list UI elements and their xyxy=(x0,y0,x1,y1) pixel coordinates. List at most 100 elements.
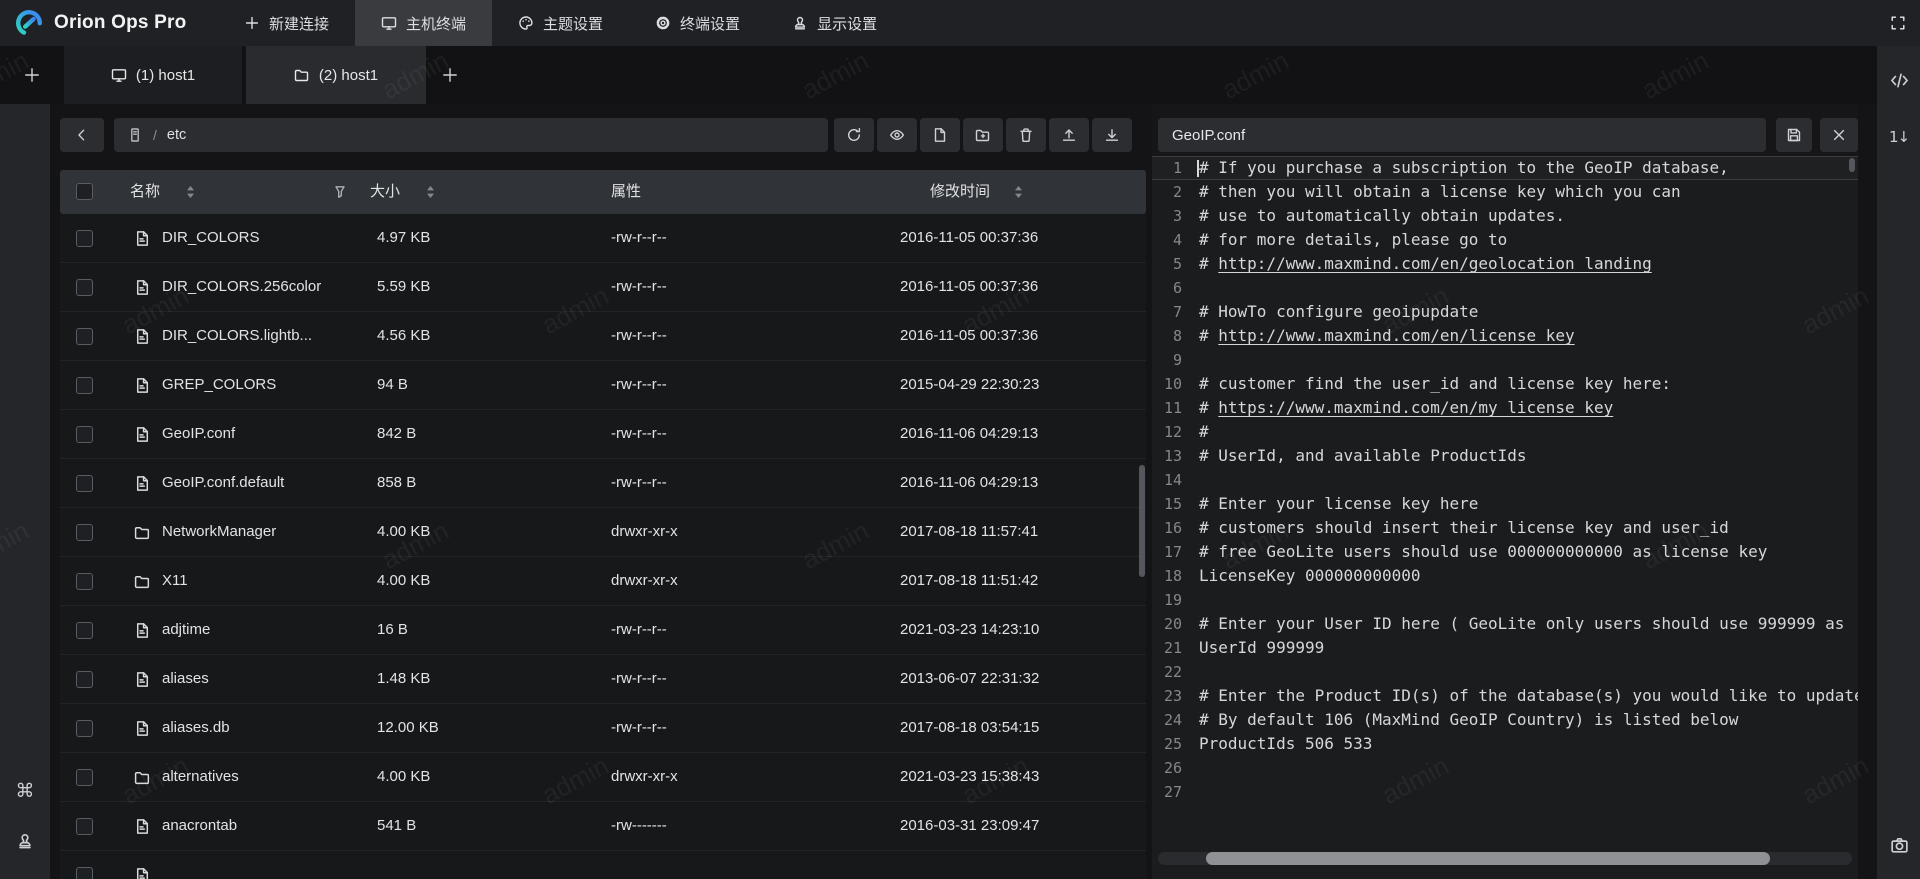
code-line[interactable]: 4# for more details, please go to xyxy=(1152,228,1858,252)
code-line[interactable]: 22 xyxy=(1152,660,1858,684)
code-line[interactable]: 10# customer find the user_id and licens… xyxy=(1152,372,1858,396)
row-checkbox[interactable] xyxy=(76,328,93,345)
code-line[interactable]: 23# Enter the Product ID(s) of the datab… xyxy=(1152,684,1858,708)
file-name[interactable]: X11 xyxy=(162,557,188,605)
filename-input[interactable]: GeoIP.conf xyxy=(1158,118,1766,152)
menu-item-display-settings[interactable]: 显示设置 xyxy=(766,0,903,46)
new-file-button[interactable] xyxy=(920,118,960,152)
sort-name-control[interactable] xyxy=(186,185,195,199)
sort-size-control[interactable] xyxy=(426,185,435,199)
file-name[interactable]: aliases xyxy=(162,655,209,703)
code-line[interactable]: 8# http://www.maxmind.com/en/license_key xyxy=(1152,324,1858,348)
editor-vertical-scrollbar[interactable] xyxy=(1849,158,1855,172)
file-row[interactable]: GeoIP.conf.default858 B-rw-r--r--2016-11… xyxy=(60,459,1146,508)
file-row[interactable]: adjtime16 B-rw-r--r--2021-03-23 14:23:10 xyxy=(60,606,1146,655)
tab-host1-terminal[interactable]: (1) host1 xyxy=(64,46,242,104)
column-header-size[interactable]: 大小 xyxy=(370,170,400,214)
menu-item-new-connection[interactable]: 新建连接 xyxy=(218,0,355,46)
file-name[interactable]: adjtime xyxy=(162,606,210,654)
row-checkbox[interactable] xyxy=(76,279,93,296)
code-line[interactable]: 11# https://www.maxmind.com/en/my_licens… xyxy=(1152,396,1858,420)
sort-mtime-control[interactable] xyxy=(1014,185,1023,199)
breadcrumb-segment-etc[interactable]: etc xyxy=(167,127,186,143)
code-line[interactable]: 27 xyxy=(1152,780,1858,804)
command-shortcuts-button[interactable]: ⌘ xyxy=(11,777,39,805)
code-line[interactable]: 2# then you will obtain a license key wh… xyxy=(1152,180,1858,204)
code-line[interactable]: 26 xyxy=(1152,756,1858,780)
code-line[interactable]: 1# If you purchase a subscription to the… xyxy=(1152,156,1858,180)
file-row[interactable]: DIR_COLORS.256color5.59 KB-rw-r--r--2016… xyxy=(60,263,1146,312)
code-line[interactable]: 15# Enter your license key here xyxy=(1152,492,1858,516)
file-row[interactable]: DIR_COLORS.lightb...4.56 KB-rw-r--r--201… xyxy=(60,312,1146,361)
code-line[interactable]: 19 xyxy=(1152,588,1858,612)
row-checkbox[interactable] xyxy=(76,867,93,879)
file-row[interactable]: aliases.db12.00 KB-rw-r--r--2017-08-18 0… xyxy=(60,704,1146,753)
file-list-scrollbar[interactable] xyxy=(1139,465,1145,577)
row-checkbox[interactable] xyxy=(76,622,93,639)
file-row[interactable] xyxy=(60,851,1146,879)
row-checkbox[interactable] xyxy=(76,475,93,492)
sort-order-button[interactable]: 1↓ xyxy=(1885,123,1913,151)
file-row[interactable]: NetworkManager4.00 KBdrwxr-xr-x2017-08-1… xyxy=(60,508,1146,557)
file-name[interactable]: DIR_COLORS xyxy=(162,214,260,262)
download-button[interactable] xyxy=(1092,118,1132,152)
code-line[interactable]: 16# customers should insert their licens… xyxy=(1152,516,1858,540)
tab-host1-files[interactable]: (2) host1 xyxy=(246,46,426,104)
file-name[interactable]: NetworkManager xyxy=(162,508,276,556)
delete-button[interactable] xyxy=(1006,118,1046,152)
code-line[interactable]: 3# use to automatically obtain updates. xyxy=(1152,204,1858,228)
row-checkbox[interactable] xyxy=(76,230,93,247)
code-line[interactable]: 9 xyxy=(1152,348,1858,372)
file-name[interactable]: DIR_COLORS.256color xyxy=(162,263,321,311)
column-header-mtime[interactable]: 修改时间 xyxy=(930,170,990,214)
file-name[interactable]: GeoIP.conf xyxy=(162,410,235,458)
close-editor-button[interactable] xyxy=(1820,118,1858,152)
breadcrumb[interactable]: / etc xyxy=(114,118,828,152)
file-name[interactable]: GREP_COLORS xyxy=(162,361,276,409)
column-header-name[interactable]: 名称 xyxy=(130,170,160,214)
code-link[interactable]: http://www.maxmind.com/en/geolocation_la… xyxy=(1218,254,1651,273)
file-row[interactable]: DIR_COLORS4.97 KB-rw-r--r--2016-11-05 00… xyxy=(60,214,1146,263)
file-name[interactable]: DIR_COLORS.lightb... xyxy=(162,312,312,360)
row-checkbox[interactable] xyxy=(76,377,93,394)
filter-funnel-icon[interactable] xyxy=(332,184,348,200)
back-button[interactable] xyxy=(60,118,104,152)
menu-item-terminal-settings[interactable]: 终端设置 xyxy=(629,0,766,46)
code-line[interactable]: 14 xyxy=(1152,468,1858,492)
code-line[interactable]: 12# xyxy=(1152,420,1858,444)
code-line[interactable]: 20# Enter your User ID here ( GeoLite on… xyxy=(1152,612,1858,636)
row-checkbox[interactable] xyxy=(76,769,93,786)
file-name[interactable]: alternatives xyxy=(162,753,239,801)
row-checkbox[interactable] xyxy=(76,671,93,688)
row-checkbox[interactable] xyxy=(76,818,93,835)
new-folder-button[interactable] xyxy=(963,118,1003,152)
new-session-button[interactable] xyxy=(12,46,52,104)
code-line[interactable]: 7# HowTo configure geoipupdate xyxy=(1152,300,1858,324)
file-row[interactable]: X114.00 KBdrwxr-xr-x2017-08-18 11:51:42 xyxy=(60,557,1146,606)
file-row[interactable]: GeoIP.conf842 B-rw-r--r--2016-11-06 04:2… xyxy=(60,410,1146,459)
file-row[interactable]: aliases1.48 KB-rw-r--r--2013-06-07 22:31… xyxy=(60,655,1146,704)
new-tab-button[interactable] xyxy=(430,46,470,104)
code-view-button[interactable] xyxy=(1885,66,1913,94)
code-line[interactable]: 6 xyxy=(1152,276,1858,300)
row-checkbox[interactable] xyxy=(76,573,93,590)
screenshot-button[interactable] xyxy=(1885,831,1913,859)
code-line[interactable]: 17# free GeoLite users should use 000000… xyxy=(1152,540,1858,564)
file-name[interactable]: anacrontab xyxy=(162,802,237,850)
menu-item-host-terminal[interactable]: 主机终端 xyxy=(355,0,492,46)
code-line[interactable]: 13# UserId, and available ProductIds xyxy=(1152,444,1858,468)
code-line[interactable]: 25ProductIds 506 533 xyxy=(1152,732,1858,756)
code-link[interactable]: http://www.maxmind.com/en/license_key xyxy=(1218,326,1574,345)
menu-item-theme-settings[interactable]: 主题设置 xyxy=(492,0,629,46)
code-editor[interactable]: 1# If you purchase a subscription to the… xyxy=(1152,156,1858,879)
row-checkbox[interactable] xyxy=(76,524,93,541)
code-link[interactable]: https://www.maxmind.com/en/my_license_ke… xyxy=(1218,398,1613,417)
upload-button[interactable] xyxy=(1049,118,1089,152)
file-name[interactable]: GeoIP.conf.default xyxy=(162,459,284,507)
identity-button[interactable] xyxy=(11,827,39,855)
save-button[interactable] xyxy=(1776,118,1812,152)
code-line[interactable]: 5# http://www.maxmind.com/en/geolocation… xyxy=(1152,252,1858,276)
row-checkbox[interactable] xyxy=(76,720,93,737)
refresh-button[interactable] xyxy=(834,118,874,152)
file-row[interactable]: anacrontab541 B-rw-------2016-03-31 23:0… xyxy=(60,802,1146,851)
